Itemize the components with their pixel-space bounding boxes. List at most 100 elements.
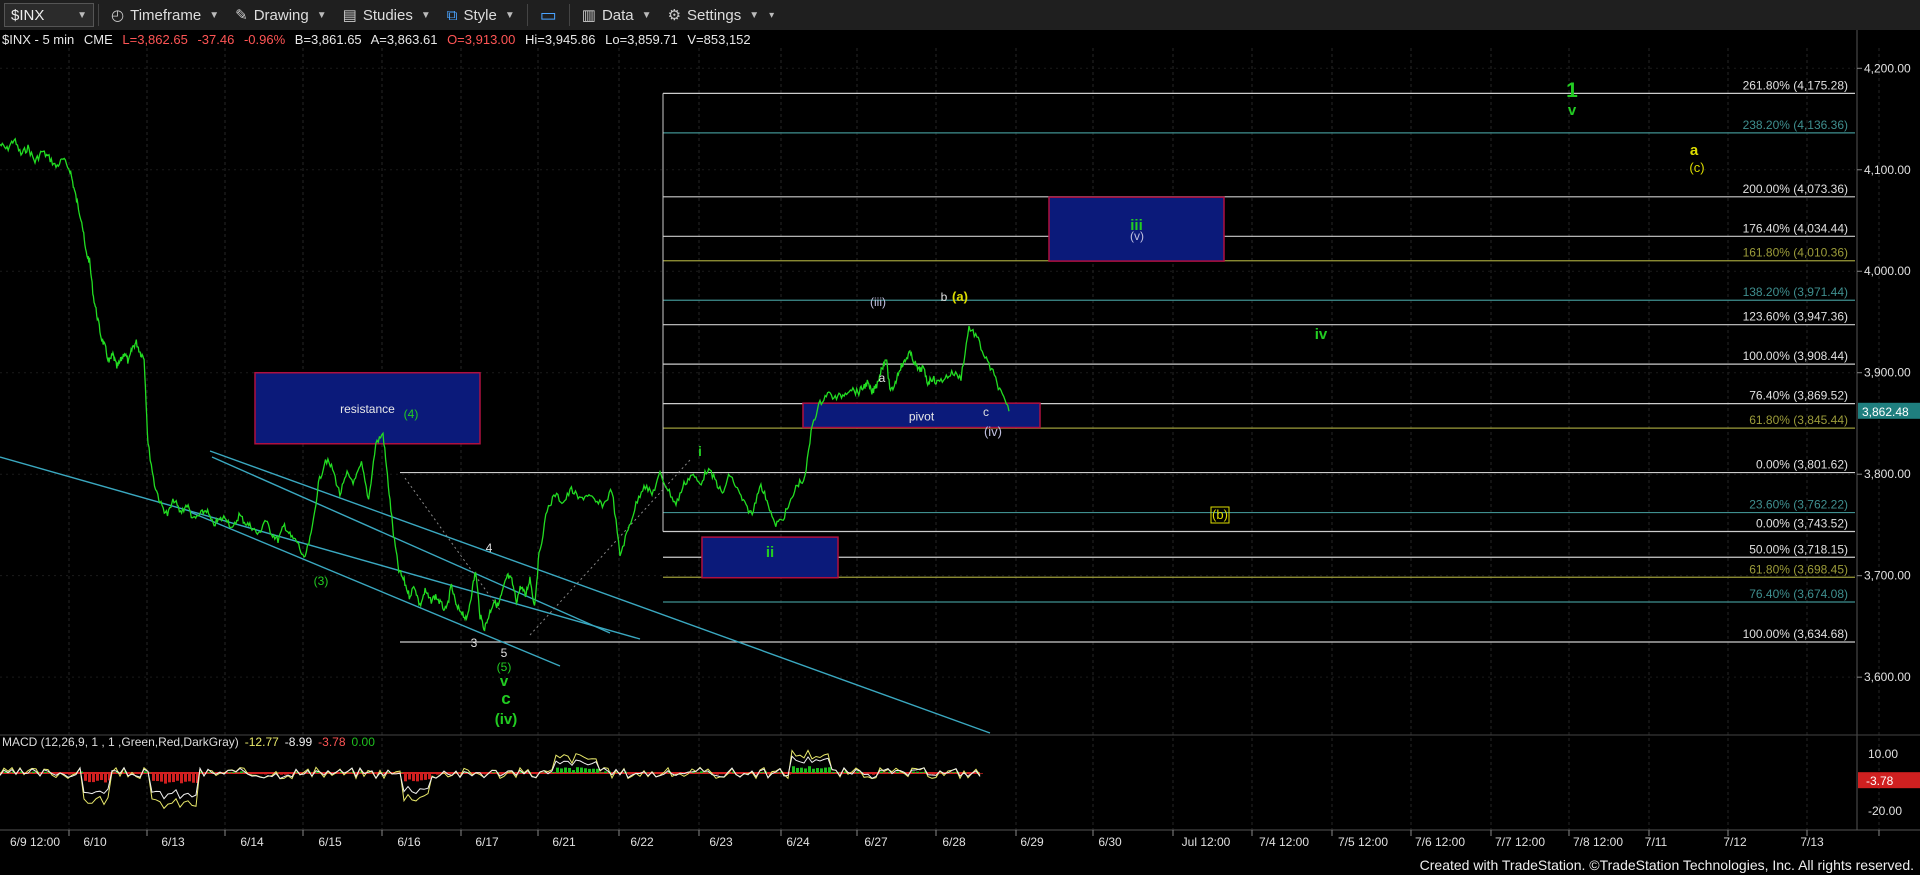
x-axis-tick-label: 6/30: [1098, 835, 1122, 849]
wave-label: (v): [1130, 229, 1144, 243]
macd-histogram-bar: [92, 773, 95, 783]
macd-histogram-bar: [576, 767, 579, 773]
macd-histogram-bar: [284, 773, 287, 775]
macd-histogram-bar: [740, 773, 743, 775]
wave-label: v: [1568, 102, 1577, 119]
macd-histogram-bar: [912, 771, 915, 773]
macd-histogram-bar: [588, 768, 591, 773]
macd-histogram-bar: [820, 768, 823, 773]
macd-histogram-bar: [184, 773, 187, 782]
macd-histogram-bar: [228, 772, 231, 773]
macd-histogram-bar: [168, 773, 171, 783]
chevron-down-icon: ▼: [749, 9, 760, 21]
last-price-tag-label: 3,862.48: [1862, 405, 1909, 419]
x-axis-tick-label: 6/15: [318, 835, 342, 849]
drawing-label: Drawing: [253, 6, 309, 24]
style-button[interactable]: ⧉ Style ▼: [439, 2, 523, 28]
macd-histogram-bar: [804, 768, 807, 773]
macd-histogram-bar: [592, 768, 595, 773]
fib-level-label: 161.80% (4,010.36): [1743, 246, 1848, 260]
macd-header-value: -8.99: [285, 735, 313, 749]
macd-histogram-bar: [916, 771, 919, 773]
x-axis-tick-label: 6/29: [1020, 835, 1044, 849]
fib-level-label: 238.20% (4,136.36): [1743, 118, 1848, 132]
ask-value: A=3,863.61: [371, 32, 438, 47]
y-axis-tick-label: 3,600.00: [1864, 670, 1911, 684]
timeframe-button[interactable]: ◴ Timeframe ▼: [103, 2, 227, 28]
macd-histogram-bar: [268, 773, 271, 774]
x-axis-tick-label: 7/7 12:00: [1495, 835, 1545, 849]
macd-histogram-bar: [596, 768, 599, 773]
macd-histogram-bar: [700, 771, 703, 773]
wave-label: c: [501, 689, 510, 708]
settings-label: Settings: [687, 6, 742, 24]
macd-histogram-bar: [404, 773, 407, 782]
fib-level-label: 200.00% (4,073.36): [1743, 182, 1848, 196]
x-axis-tick-label: 6/13: [161, 835, 185, 849]
macd-histogram-bar: [896, 771, 899, 773]
chevron-down-icon: ▼: [504, 9, 515, 21]
macd-histogram-bar: [172, 773, 175, 783]
pencil-icon: ✎: [235, 7, 248, 24]
price-chart[interactable]: 261.80% (4,175.28) 238.20% (4,136.36) 200.…: [0, 30, 1920, 857]
macd-histogram-bar: [572, 770, 575, 773]
x-axis-tick-label: 6/27: [864, 835, 888, 849]
fib-level-label: 76.40% (3,674.08): [1749, 587, 1848, 601]
macd-histogram-bar: [96, 773, 99, 781]
y-axis-tick-label: 4,200.00: [1864, 61, 1911, 75]
macd-header-value: -3.78: [318, 735, 346, 749]
macd-header-value: MACD (12,26,9, 1 , 1 ,Green,Red,DarkGray…: [2, 735, 239, 749]
wave-label: 1: [1566, 79, 1578, 102]
fib-level-label: 50.00% (3,718.15): [1749, 542, 1848, 556]
x-axis-tick-label: 7/5 12:00: [1338, 835, 1388, 849]
wave-label: (iv): [984, 424, 1002, 439]
macd-histogram-bar: [832, 772, 835, 773]
macd-histogram-bar: [436, 773, 439, 775]
wave-label: (5): [497, 660, 512, 674]
wave-label: a: [879, 371, 886, 385]
macd-histogram-bar: [84, 773, 87, 781]
macd-histogram-bar: [348, 772, 351, 773]
macd-histogram-bar: [928, 773, 931, 775]
data-button[interactable]: ▥ Data ▼: [574, 2, 660, 28]
macd-histogram-bar: [32, 771, 35, 773]
style-icon: ⧉: [446, 6, 458, 24]
macd-histogram-bar: [152, 773, 155, 781]
wave-label: iv: [1315, 326, 1328, 343]
wave-label: (3): [314, 574, 329, 588]
wave-label: 3: [471, 636, 478, 650]
macd-histogram-bar: [416, 773, 419, 782]
data-label: Data: [601, 6, 634, 24]
studies-button[interactable]: ▤ Studies ▼: [335, 2, 439, 28]
chevron-down-icon: ▼: [641, 9, 652, 21]
x-axis-tick-label: 7/8 12:00: [1573, 835, 1623, 849]
layout-button[interactable]: ▭: [532, 2, 565, 28]
macd-histogram-bar: [600, 772, 603, 773]
macd-histogram-bar: [760, 772, 763, 773]
fib-level-label: 61.80% (3,698.45): [1749, 562, 1848, 576]
macd-histogram-bar: [208, 772, 211, 773]
macd-histogram-bar: [260, 773, 263, 775]
macd-histogram-bar: [868, 773, 871, 775]
drawing-button[interactable]: ✎ Drawing ▼: [227, 2, 335, 28]
wave-label: i: [698, 443, 702, 459]
fib-level-label: 0.00% (3,743.52): [1756, 517, 1848, 531]
style-label: Style: [463, 6, 497, 24]
fib-level-label: 100.00% (3,634.68): [1743, 627, 1848, 641]
chevron-down-icon: ▼: [420, 9, 431, 21]
fib-level-label: 138.20% (3,971.44): [1743, 285, 1848, 299]
y-axis-tick-label: 3,900.00: [1864, 366, 1911, 380]
macd-header-value: -12.77: [245, 735, 279, 749]
macd-histogram-bar: [552, 772, 555, 773]
toolbar: $INX ▼ ◴ Timeframe ▼ ✎ Drawing ▼ ▤ Studi…: [0, 0, 1920, 31]
macd-header: MACD (12,26,9, 1 , 1 ,Green,Red,DarkGray…: [2, 735, 375, 749]
x-axis-tick-label: 7/11: [1645, 835, 1668, 849]
symbol-input[interactable]: $INX ▼: [4, 3, 94, 27]
studies-icon: ▤: [342, 7, 357, 24]
chevron-down-icon: ▼: [77, 9, 87, 21]
macd-histogram-bar: [564, 767, 567, 773]
settings-button[interactable]: ⚙ Settings ▼ ▾: [660, 2, 783, 28]
wave-label: (b): [1212, 507, 1228, 522]
y-axis-tick-label: 4,100.00: [1864, 163, 1911, 177]
y-axis-tick-label: 3,800.00: [1864, 467, 1911, 481]
